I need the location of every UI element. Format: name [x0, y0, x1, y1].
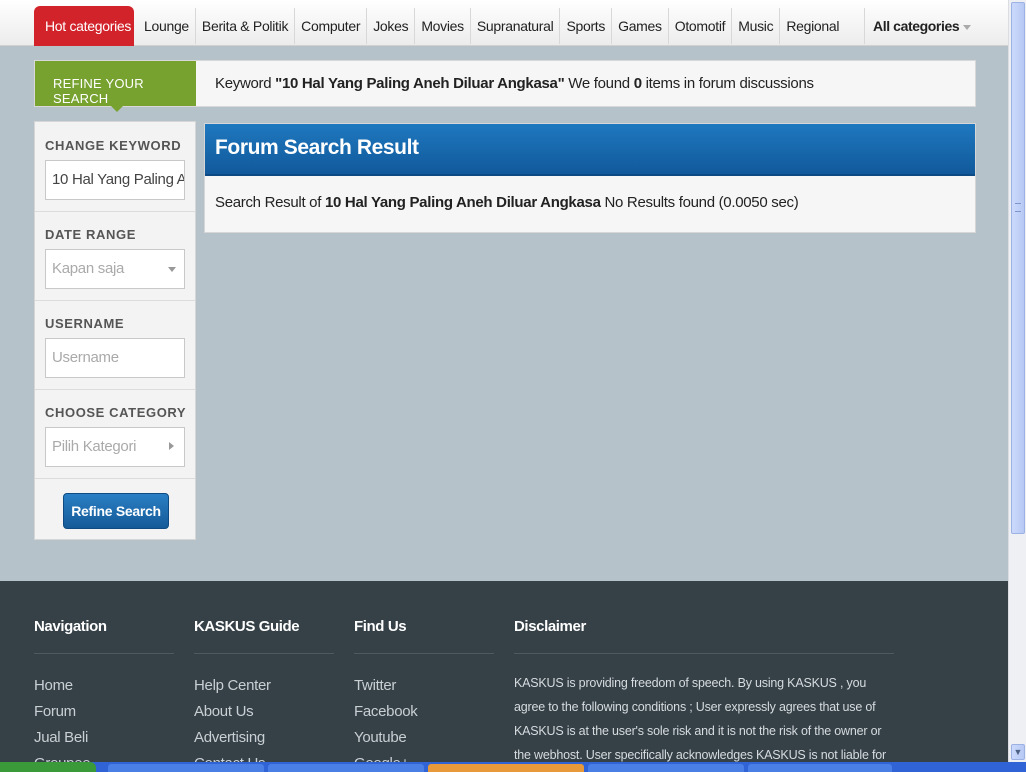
chevron-down-icon	[168, 267, 176, 272]
forum-search-result-panel: Forum Search Result Search Result of 10 …	[204, 123, 976, 233]
summary-keyword: "10 Hal Yang Paling Aneh Diluar Angkasa"	[275, 75, 565, 92]
keyword-input[interactable]: 10 Hal Yang Paling Aneh Diluar Angkasa	[45, 160, 185, 200]
username-input[interactable]: Username	[45, 338, 185, 378]
summary-count: 0	[633, 75, 642, 92]
disclaimer-text: KASKUS is providing freedom of speech. B…	[514, 676, 887, 762]
category-otomotif[interactable]: Otomotif	[669, 8, 733, 44]
taskbar-item[interactable]	[748, 764, 892, 772]
taskbar	[0, 762, 1026, 772]
refine-sidebar: CHANGE KEYWORD 10 Hal Yang Paling Aneh D…	[34, 121, 196, 540]
date-range-value: Kapan saja	[52, 260, 125, 277]
divider	[354, 653, 494, 654]
summary-prefix: Keyword	[215, 75, 276, 92]
hot-categories-tab[interactable]: Hot categories	[34, 6, 134, 46]
search-summary-message: Keyword "10 Hal Yang Paling Aneh Diluar …	[215, 75, 814, 92]
category-lounge[interactable]: Lounge	[138, 8, 196, 44]
refine-search-button[interactable]: Refine Search	[63, 493, 169, 529]
category-music[interactable]: Music	[732, 8, 781, 44]
category-sports[interactable]: Sports	[560, 8, 613, 44]
result-title: Forum Search Result	[205, 124, 975, 176]
search-summary-bar: REFINE YOUR SEARCH Keyword "10 Hal Yang …	[34, 60, 976, 112]
vertical-scrollbar[interactable]: ▼	[1008, 0, 1026, 762]
footer-guide-title: KASKUS Guide	[194, 618, 300, 635]
footer-disclaimer-title: Disclaimer	[514, 618, 586, 635]
category-value: Pilih Kategori	[52, 438, 137, 455]
taskbar-item[interactable]	[428, 764, 584, 772]
summary-suffix: items in forum discussions	[641, 75, 814, 92]
divider	[34, 653, 174, 654]
category-regional[interactable]: Regional	[780, 8, 845, 44]
result-keyword: 10 Hal Yang Paling Aneh Diluar Angkasa	[324, 194, 601, 211]
username-heading: USERNAME	[45, 316, 125, 331]
result-message: Search Result of 10 Hal Yang Paling Aneh…	[215, 194, 799, 211]
refine-search-label-text: REFINE YOUR SEARCH	[53, 76, 144, 106]
category-supranatural[interactable]: Supranatural	[471, 8, 561, 44]
choose-category-heading: CHOOSE CATEGORY	[45, 405, 187, 420]
category-nav: Hot categories Lounge Berita & Politik C…	[0, 0, 1008, 46]
footer-link-facebook[interactable]: Facebook	[354, 699, 418, 725]
site-footer: Navigation Home Forum Jual Beli Groupee …	[0, 581, 1008, 772]
footer-link-advertising[interactable]: Advertising	[194, 725, 271, 751]
all-categories-label: All categories	[873, 18, 960, 34]
footer-link-youtube[interactable]: Youtube	[354, 725, 417, 751]
category-computer[interactable]: Computer	[295, 8, 368, 44]
category-berita-politik[interactable]: Berita & Politik	[196, 8, 296, 44]
label-pointer	[111, 106, 123, 112]
footer-link-help-center[interactable]: Help Center	[194, 673, 271, 699]
date-range-section: DATE RANGE Kapan saja	[35, 212, 195, 301]
category-games[interactable]: Games	[612, 8, 669, 44]
taskbar-item[interactable]	[588, 764, 744, 772]
divider	[194, 653, 334, 654]
category-select[interactable]: Pilih Kategori	[45, 427, 185, 467]
summary-mid: We found	[564, 75, 634, 92]
footer-link-twitter[interactable]: Twitter	[354, 673, 417, 699]
start-button[interactable]	[0, 762, 96, 772]
chevron-down-icon	[963, 24, 972, 30]
footer-link-about-us[interactable]: About Us	[194, 699, 271, 725]
date-range-heading: DATE RANGE	[45, 227, 136, 242]
date-range-select[interactable]: Kapan saja	[45, 249, 185, 289]
category-movies[interactable]: Movies	[415, 8, 471, 44]
taskbar-item[interactable]	[268, 764, 424, 772]
footer-navigation-title: Navigation	[34, 618, 107, 635]
category-list: Lounge Berita & Politik Computer Jokes M…	[138, 8, 845, 44]
category-section: CHOOSE CATEGORY Pilih Kategori	[35, 390, 195, 479]
refine-search-label: REFINE YOUR SEARCH	[35, 61, 196, 112]
footer-link-jual-beli[interactable]: Jual Beli	[34, 725, 90, 751]
keyword-section: CHANGE KEYWORD 10 Hal Yang Paling Aneh D…	[35, 122, 195, 212]
result-prefix: Search Result of	[215, 194, 325, 211]
footer-link-forum[interactable]: Forum	[34, 699, 90, 725]
footer-link-home[interactable]: Home	[34, 673, 90, 699]
divider	[514, 653, 894, 654]
grip-icon	[1015, 203, 1021, 212]
taskbar-item[interactable]	[108, 764, 264, 772]
chevron-right-icon	[169, 442, 174, 450]
all-categories-dropdown[interactable]: All categories	[864, 8, 976, 44]
username-section: USERNAME Username	[35, 301, 195, 390]
result-suffix: No Results found (0.0050 sec)	[600, 194, 799, 211]
change-keyword-heading: CHANGE KEYWORD	[45, 138, 182, 153]
scroll-down-arrow-icon[interactable]: ▼	[1011, 744, 1025, 760]
category-jokes[interactable]: Jokes	[367, 8, 416, 44]
footer-find-us-title: Find Us	[354, 618, 407, 635]
scrollbar-thumb[interactable]	[1011, 2, 1025, 534]
